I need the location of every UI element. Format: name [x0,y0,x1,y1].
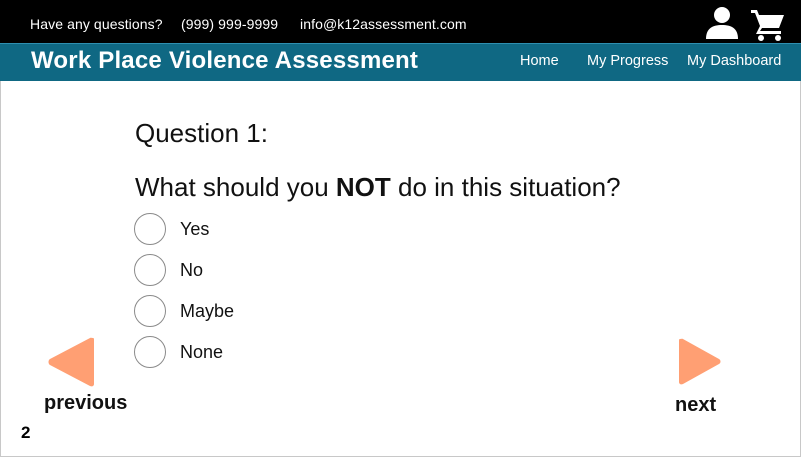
answer-option-label: Yes [180,219,210,239]
question-text-before: What should you [135,172,336,202]
shopping-cart-icon[interactable] [750,7,786,41]
nav-my-progress-link[interactable]: My Progress [587,53,668,69]
contact-email[interactable]: info@k12assessment.com [300,16,467,32]
radio-button[interactable] [134,336,166,368]
app-title: Work Place Violence Assessment [31,47,419,74]
contact-phone[interactable]: (999) 999-9999 [181,16,278,32]
previous-label[interactable]: previous [44,392,127,415]
radio-button[interactable] [134,295,166,327]
contact-bar: Have any questions? (999) 999-9999 info@… [0,0,801,43]
next-arrow-icon[interactable] [678,337,722,386]
answer-option-label: No [180,260,204,280]
question-text: What should you NOT do in this situation… [135,172,621,203]
page-number: 2 [21,423,31,442]
question-text-after: do in this situation? [390,172,621,202]
nav-my-dashboard-link[interactable]: My Dashboard [687,53,781,69]
next-label[interactable]: next [675,394,716,417]
previous-arrow-icon[interactable] [47,336,95,388]
answer-option-label: None [180,342,224,362]
radio-button[interactable] [134,254,166,286]
nav-home-link[interactable]: Home [520,53,559,69]
question-text-emphasis: NOT [335,172,391,202]
radio-button[interactable] [134,213,166,245]
contact-question: Have any questions? [30,16,163,32]
title-nav-bar: Work Place Violence Assessment Home My P… [0,43,801,81]
question-number: Question 1: [135,118,268,148]
answer-option-label: Maybe [180,301,235,321]
user-icon[interactable] [705,6,739,40]
